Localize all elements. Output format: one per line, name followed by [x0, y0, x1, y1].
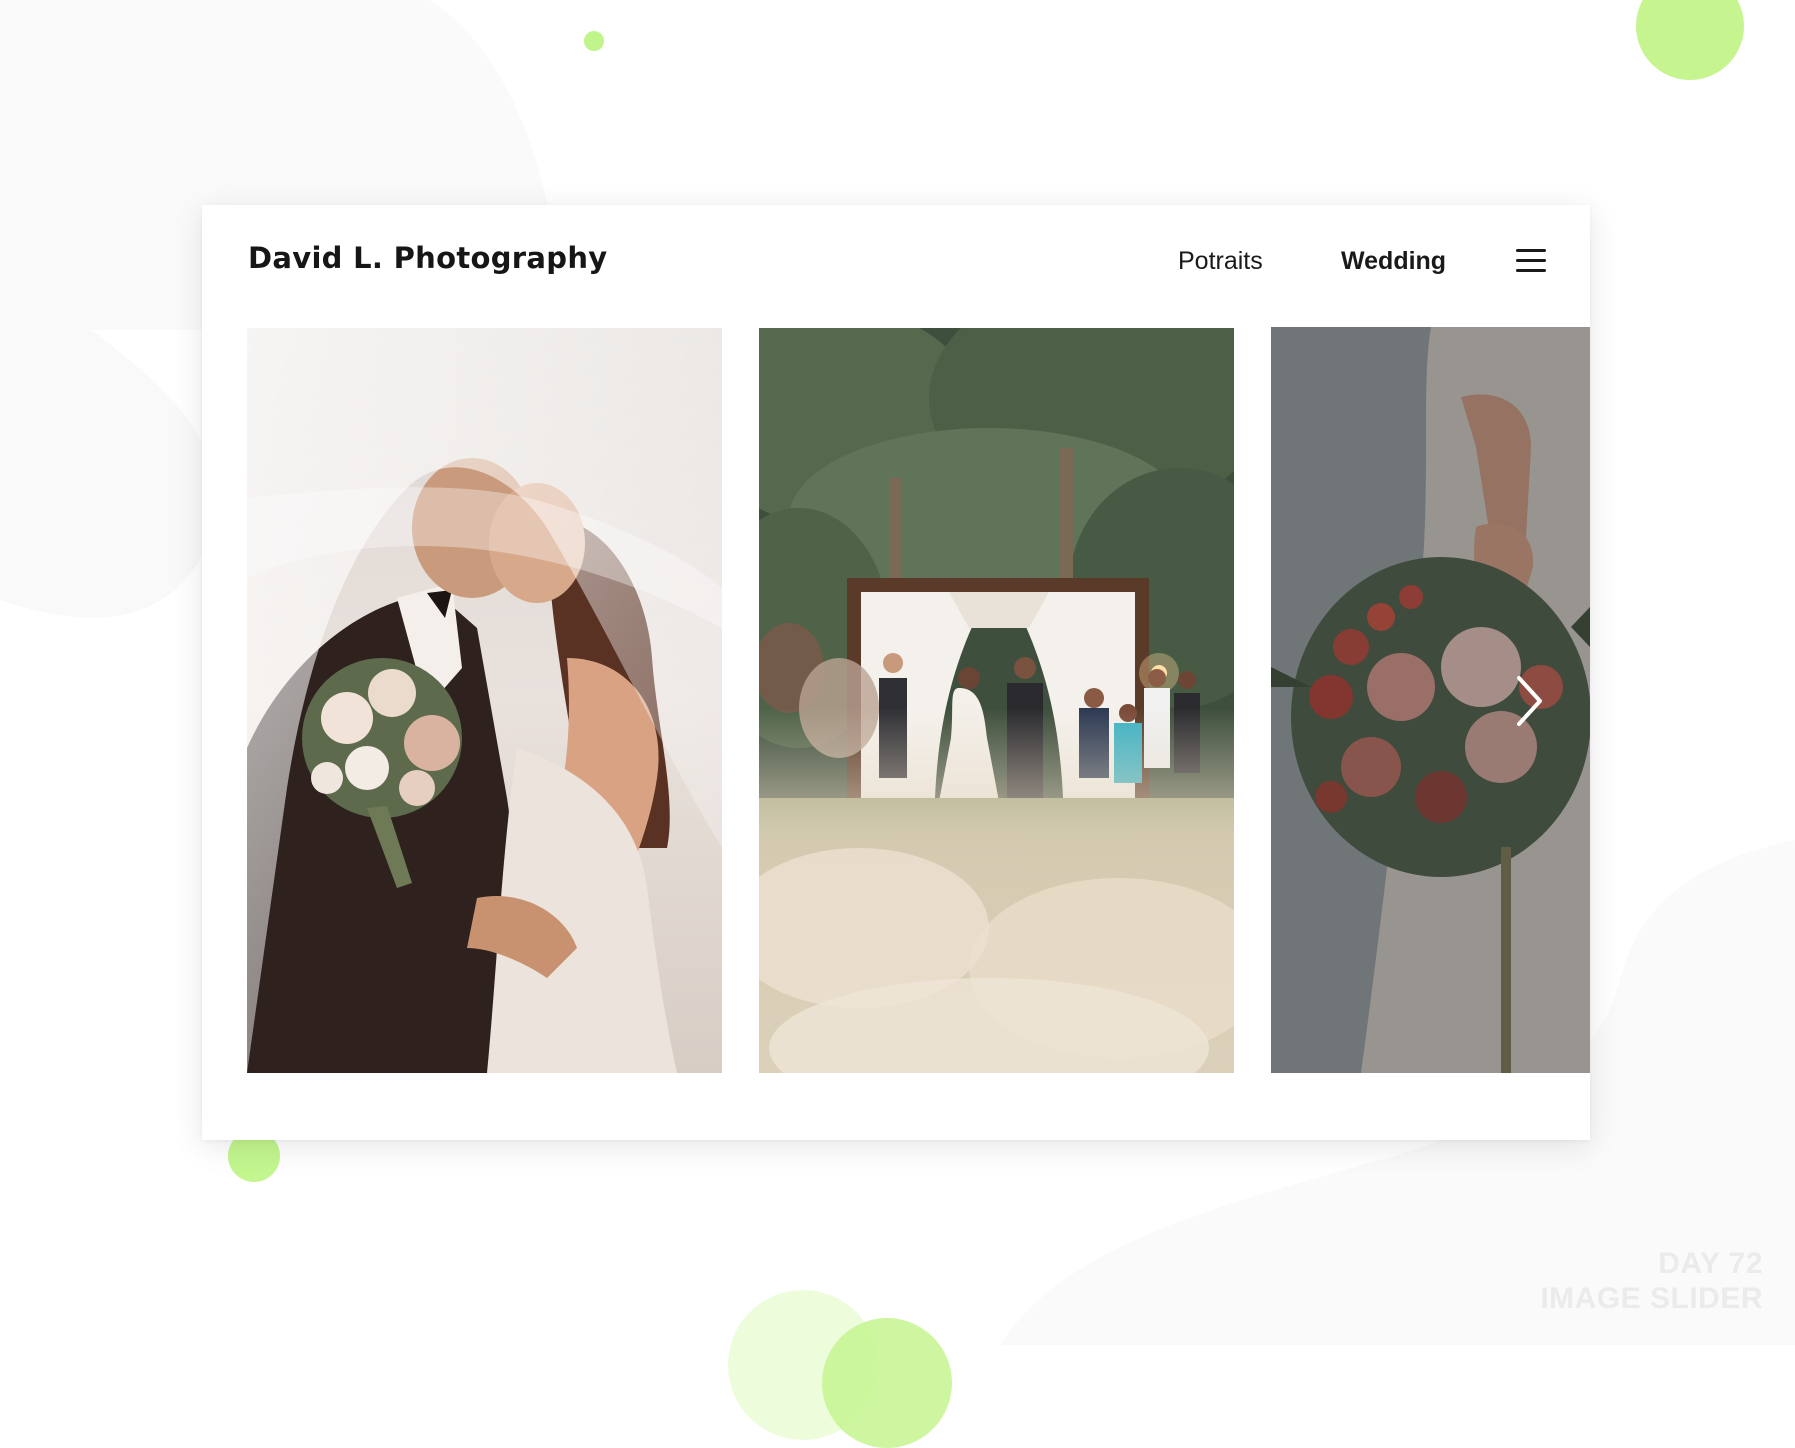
decorative-dot — [1636, 0, 1744, 80]
watermark-day: DAY 72 — [1658, 1247, 1763, 1280]
slide-image[interactable] — [247, 328, 722, 1073]
chevron-right-icon[interactable] — [1514, 675, 1544, 727]
hamburger-menu-icon[interactable] — [1516, 248, 1546, 274]
gallery-card: David L. Photography Potraits Wedding — [202, 205, 1590, 1140]
nav-item-portraits[interactable]: Potraits — [1178, 247, 1263, 276]
decorative-dot — [584, 31, 604, 51]
ceremony-photo — [759, 328, 1234, 1073]
day-label-watermark: DAY 72 IMAGE SLIDER — [1540, 1246, 1763, 1316]
nav-item-wedding[interactable]: Wedding — [1341, 247, 1446, 276]
decorative-dot — [822, 1318, 952, 1448]
brand-logo[interactable]: David L. Photography — [248, 241, 607, 275]
watermark-title: IMAGE SLIDER — [1540, 1282, 1763, 1315]
couple-kissing-photo — [247, 328, 722, 1073]
slide-image[interactable] — [759, 328, 1234, 1073]
